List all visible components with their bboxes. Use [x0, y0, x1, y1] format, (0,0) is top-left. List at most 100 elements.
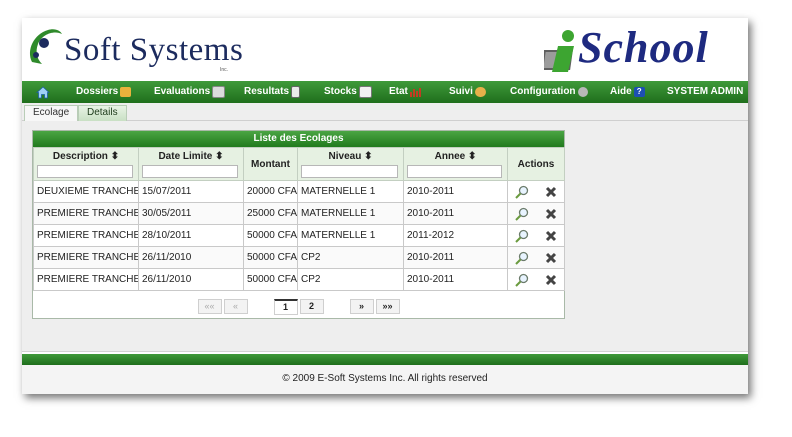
filter-niveau-input[interactable]	[301, 165, 399, 178]
nav-suivi[interactable]: Suivi	[449, 81, 486, 103]
magnifier-icon	[514, 273, 528, 287]
help-icon: ?	[633, 87, 645, 97]
magnifier-icon	[514, 207, 528, 221]
magnifier-icon	[514, 185, 528, 199]
cell-niveau: CP2	[297, 246, 404, 269]
delete-button[interactable]	[545, 274, 557, 286]
view-button[interactable]	[514, 207, 529, 221]
brand-inc-text: Inc.	[220, 67, 229, 73]
delete-button[interactable]	[545, 186, 557, 198]
delete-x-icon	[546, 186, 557, 197]
pencil-icon	[212, 86, 226, 98]
cell-description: DEUXIEME TRANCHE	[33, 180, 139, 203]
table-title: Liste des Ecolages	[33, 131, 564, 147]
table-row: PREMIERE TRANCHE 30/05/2011 25000 CFA MA…	[33, 202, 565, 225]
cell-niveau: MATERNELLE 1	[297, 224, 404, 247]
gear-icon	[577, 87, 588, 97]
nav-dossiers[interactable]: Dossiers	[76, 81, 132, 103]
last-page-button[interactable]: »»	[375, 299, 400, 314]
content-area: Liste des Ecolages Description ⬍ Date Li…	[22, 121, 748, 352]
nav-configuration[interactable]: Configuration	[510, 81, 588, 103]
delete-x-icon	[546, 252, 557, 263]
tab-details[interactable]: Details	[78, 105, 127, 121]
app-window: Soft Systems Inc. i School Dossiers Eval…	[22, 18, 748, 394]
filter-annee-input[interactable]	[407, 165, 503, 178]
ischool-i-icon	[544, 30, 574, 72]
home-icon	[36, 85, 50, 98]
col-actions-label: Actions	[517, 158, 555, 170]
nav-aide-label: Aide	[610, 86, 632, 97]
nav-evaluations[interactable]: Evaluations	[154, 81, 226, 103]
ischool-logo: i School	[544, 22, 748, 78]
home-button[interactable]	[36, 81, 50, 103]
bar-chart-icon	[409, 88, 421, 97]
tab-ecolage[interactable]: Ecolage	[24, 105, 79, 121]
footer: © 2009 E-Soft Systems Inc. All rights re…	[22, 365, 748, 394]
page-2-button[interactable]: 2	[299, 299, 324, 314]
pager-spacer	[250, 299, 272, 312]
page-1-button[interactable]: 1	[273, 299, 298, 315]
delete-x-icon	[546, 274, 557, 285]
filter-description-input[interactable]	[37, 165, 134, 178]
sort-icon: ⬍	[364, 151, 373, 162]
nav-evaluations-label: Evaluations	[154, 86, 211, 97]
view-button[interactable]	[514, 251, 529, 265]
magnifier-icon	[514, 251, 528, 265]
prev-page-button[interactable]: «	[223, 299, 248, 314]
cell-description: PREMIERE TRANCHE	[33, 224, 139, 247]
col-niveau[interactable]: Niveau ⬍	[297, 147, 404, 181]
next-page-button[interactable]: »	[349, 299, 374, 314]
nav-suivi-label: Suivi	[449, 86, 473, 97]
nav-etat[interactable]: Etat	[389, 81, 421, 103]
tabs-bar: Ecolage Details	[22, 103, 748, 121]
col-annee[interactable]: Annee ⬍	[403, 147, 508, 181]
user-menu[interactable]: SYSTEM ADMIN	[667, 81, 743, 103]
cell-niveau: MATERNELLE 1	[297, 202, 404, 225]
paginator: «« « 1 2 » »»	[33, 299, 564, 315]
cell-date: 28/10/2011	[138, 224, 244, 247]
cell-niveau: CP2	[297, 268, 404, 291]
col-actions: Actions	[507, 147, 565, 181]
delete-x-icon	[546, 208, 557, 219]
cell-annee: 2010-2011	[403, 246, 508, 269]
cell-date: 30/05/2011	[138, 202, 244, 225]
document-icon	[291, 86, 301, 98]
cell-description: PREMIERE TRANCHE	[33, 202, 139, 225]
delete-button[interactable]	[545, 230, 557, 242]
cell-annee: 2011-2012	[403, 224, 508, 247]
col-description-label: Description	[52, 151, 108, 162]
view-button[interactable]	[514, 273, 529, 287]
delete-x-icon	[546, 230, 557, 241]
table-row: PREMIERE TRANCHE 26/11/2010 50000 CFA CP…	[33, 268, 565, 291]
cell-actions	[507, 180, 565, 203]
cell-annee: 2010-2011	[403, 202, 508, 225]
brand-left-text: Soft Systems	[64, 32, 244, 68]
col-date-limite[interactable]: Date Limite ⬍	[138, 147, 244, 181]
ecolages-table: Description ⬍ Date Limite ⬍ Montant Nive…	[33, 147, 565, 291]
soft-systems-logo: Soft Systems Inc.	[24, 22, 243, 78]
first-page-button[interactable]: ««	[197, 299, 222, 314]
nav-etat-label: Etat	[389, 86, 408, 97]
col-niveau-label: Niveau	[328, 151, 362, 162]
cell-montant: 50000 CFA	[243, 224, 298, 247]
sort-icon: ⬍	[467, 151, 477, 162]
pager-spacer	[326, 299, 348, 312]
main-nav: Dossiers Evaluations Resultats Stocks Et…	[22, 81, 748, 103]
nav-aide[interactable]: Aide ?	[610, 81, 645, 103]
view-button[interactable]	[514, 229, 529, 243]
filter-date-input[interactable]	[142, 165, 239, 178]
nav-configuration-label: Configuration	[510, 86, 576, 97]
header: Soft Systems Inc. i School	[22, 18, 748, 81]
delete-button[interactable]	[545, 252, 557, 264]
ecolages-table-panel: Liste des Ecolages Description ⬍ Date Li…	[32, 130, 565, 319]
table-row: DEUXIEME TRANCHE 15/07/2011 20000 CFA MA…	[33, 180, 565, 203]
cell-date: 26/11/2010	[138, 246, 244, 269]
cell-niveau: MATERNELLE 1	[297, 180, 404, 203]
brand-right-text: School	[578, 23, 709, 72]
col-description[interactable]: Description ⬍	[33, 147, 139, 181]
nav-resultats[interactable]: Resultats	[244, 81, 301, 103]
nav-stocks[interactable]: Stocks	[324, 81, 372, 103]
delete-button[interactable]	[545, 208, 557, 220]
view-button[interactable]	[514, 185, 529, 199]
cell-montant: 25000 CFA	[243, 202, 298, 225]
